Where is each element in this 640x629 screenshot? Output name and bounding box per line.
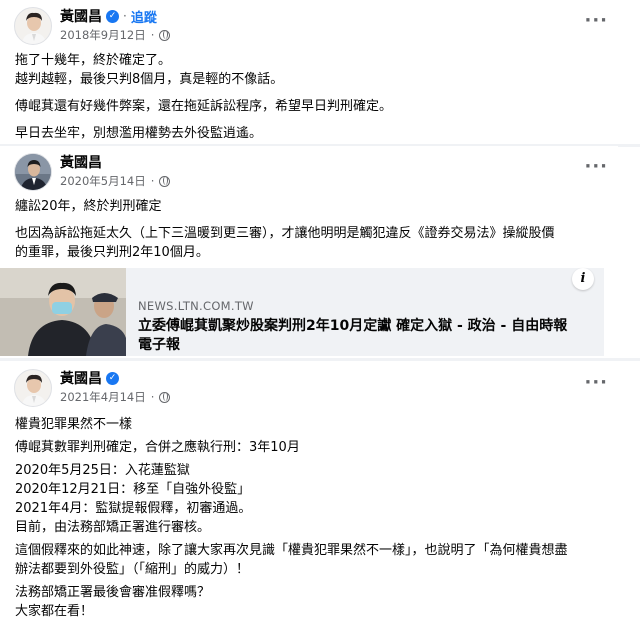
more-options-button[interactable]: ··· bbox=[584, 10, 608, 31]
link-title[interactable]: 立委傅崐萁凱聚炒股案判刑2年10月定讞 確定入獄 - 政治 - 自由時報 電子報 bbox=[138, 317, 598, 355]
post-line: 越判越輕，最後只判8個月，真是輕的不像話。 bbox=[15, 72, 284, 87]
post-line: 傅崐萁數罪判刑確定，合併之應執行刑：3年10月 bbox=[15, 440, 300, 455]
post-line: 早日去坐牢，別想濫用權勢去外役監逍遙。 bbox=[15, 126, 263, 141]
globe-icon bbox=[159, 391, 171, 403]
post-line: 纏訟20年，終於判刑確定 bbox=[15, 199, 162, 214]
post-date[interactable]: 2018年9月12日 bbox=[60, 27, 146, 43]
separator-dot: · bbox=[150, 390, 155, 404]
author-avatar[interactable] bbox=[14, 7, 52, 45]
more-options-button[interactable]: ··· bbox=[584, 372, 608, 393]
verified-badge-icon: ✓ bbox=[106, 371, 119, 385]
post-text: 權貴犯罪果然不一樣 傅崐萁數罪判刑確定，合併之應執行刑：3年10月 2020年5… bbox=[15, 415, 608, 621]
info-icon[interactable]: i bbox=[572, 268, 594, 290]
post-text: 拖了十幾年，終於確定了。 越判越輕，最後只判8個月，真是輕的不像話。 傅崐萁還有… bbox=[15, 51, 608, 143]
post-line: 法務部矯正署最後會審准假釋嗎？ bbox=[15, 585, 211, 600]
post-divider bbox=[0, 358, 640, 361]
author-avatar[interactable] bbox=[14, 153, 52, 191]
link-preview-card[interactable]: NEWS.LTN.COM.TW 立委傅崐萁凱聚炒股案判刑2年10月定讞 確定入獄… bbox=[0, 268, 604, 356]
post-date[interactable]: 2020年5月14日 bbox=[60, 173, 146, 189]
post-line: 2021年4月：監獄提報假釋，初審通過。 bbox=[15, 501, 252, 516]
more-options-button[interactable]: ··· bbox=[584, 156, 608, 177]
post-line: 傅崐萁還有好幾件弊案，還在拖延訴訟程序，希望早日判刑確定。 bbox=[15, 99, 393, 114]
post-line: 拖了十幾年，終於確定了。 bbox=[15, 53, 172, 68]
separator-dot: · bbox=[123, 9, 127, 23]
post-line: 也因為訴訟拖延太久（上下三溫暖到更三審），才讓他明明是觸犯違反《證券交易法》操縱… bbox=[15, 226, 555, 241]
link-title-line: 立委傅崐萁凱聚炒股案判刑2年10月定讞 確定入獄 - 政治 - 自由時報 bbox=[138, 318, 568, 334]
post-2021: 黃國昌 ✓ 2021年4月14日 · ··· 權貴犯罪果然不一樣 傅崐萁數罪判刑… bbox=[0, 362, 618, 629]
link-domain: NEWS.LTN.COM.TW bbox=[138, 299, 254, 313]
post-line: 2020年5月25日：入花蓮監獄 bbox=[15, 463, 190, 478]
follow-link[interactable]: 追蹤 bbox=[131, 7, 157, 26]
author-name[interactable]: 黃國昌 bbox=[60, 152, 102, 172]
post-2020: 黃國昌 2020年5月14日 · ··· 纏訟20年，終於判刑確定 也因為訴訟拖… bbox=[0, 146, 618, 358]
post-line: 目前，由法務部矯正署進行審核。 bbox=[15, 520, 211, 535]
globe-icon bbox=[159, 29, 171, 41]
author-name[interactable]: 黃國昌 bbox=[60, 6, 102, 26]
post-line: 這個假釋來的如此神速，除了讓大家再次見識「權貴犯罪果然不一樣」，也說明了「為何權… bbox=[15, 543, 568, 558]
author-avatar[interactable] bbox=[14, 369, 52, 407]
post-text: 纏訟20年，終於判刑確定 也因為訴訟拖延太久（上下三溫暖到更三審），才讓他明明是… bbox=[15, 197, 608, 262]
post-line: 2020年12月21日：移至「自強外役監」 bbox=[15, 482, 251, 497]
globe-icon bbox=[159, 175, 171, 187]
post-header: 黃國昌 ✓ 2021年4月14日 · ··· bbox=[0, 362, 618, 410]
post-line: 權貴犯罪果然不一樣 bbox=[15, 417, 133, 432]
post-2018: 黃國昌 ✓ · 追蹤 2018年9月12日 · ··· 拖了十幾年，終於確定了。… bbox=[0, 0, 618, 145]
post-header: 黃國昌 2020年5月14日 · ··· bbox=[0, 146, 618, 194]
link-thumbnail bbox=[0, 268, 126, 356]
separator-dot: · bbox=[150, 174, 155, 188]
link-title-line: 電子報 bbox=[138, 337, 180, 353]
separator-dot: · bbox=[150, 28, 155, 42]
post-line: 辦法都要到外役監」（「縮刑」的威力）！ bbox=[15, 562, 250, 577]
verified-badge-icon: ✓ bbox=[106, 9, 119, 23]
post-line: 的重罪，最後只判刑2年10個月。 bbox=[15, 245, 209, 260]
post-header: 黃國昌 ✓ · 追蹤 2018年9月12日 · ··· bbox=[0, 0, 618, 48]
post-date[interactable]: 2021年4月14日 bbox=[60, 389, 146, 405]
author-name[interactable]: 黃國昌 bbox=[60, 368, 102, 388]
post-line: 大家都在看！ bbox=[15, 604, 94, 619]
